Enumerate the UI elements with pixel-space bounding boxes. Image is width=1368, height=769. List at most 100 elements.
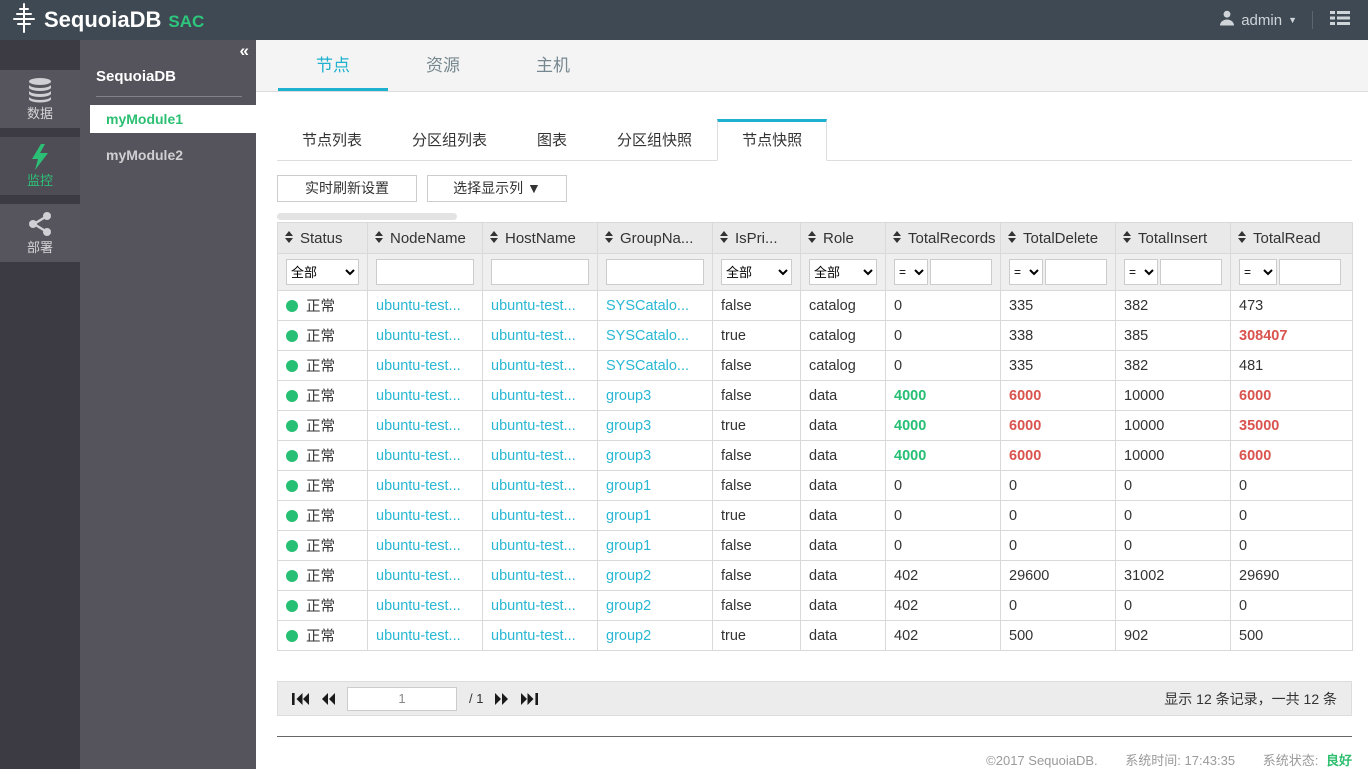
filter-text-input[interactable] <box>491 259 589 285</box>
tab-hosts[interactable]: 主机 <box>498 51 608 91</box>
tab-resources[interactable]: 资源 <box>388 51 498 91</box>
status-text: 正常 <box>306 359 335 375</box>
host-name-link[interactable]: ubuntu-test... <box>491 298 576 314</box>
sort-icon[interactable] <box>1008 230 1017 243</box>
group-name-link[interactable]: group3 <box>606 418 651 434</box>
sort-icon[interactable] <box>375 230 384 243</box>
host-name-link[interactable]: ubuntu-test... <box>491 448 576 464</box>
rail-item-deploy[interactable]: 部署 <box>0 204 80 262</box>
last-page-icon[interactable] <box>521 692 539 705</box>
node-name-link[interactable]: ubuntu-test... <box>376 328 461 344</box>
filter-value-input[interactable] <box>1279 259 1341 285</box>
previous-page-icon[interactable] <box>321 692 335 705</box>
node-name-link[interactable]: ubuntu-test... <box>376 508 461 524</box>
sidebar-item-mymodule2[interactable]: myModule2 <box>80 141 256 169</box>
node-name-link[interactable]: ubuntu-test... <box>376 448 461 464</box>
tab-nodes[interactable]: 节点 <box>278 51 388 91</box>
node-name-link[interactable]: ubuntu-test... <box>376 568 461 584</box>
host-name-link[interactable]: ubuntu-test... <box>491 538 576 554</box>
sort-icon[interactable] <box>720 230 729 243</box>
host-name-link[interactable]: ubuntu-test... <box>491 568 576 584</box>
column-header-role[interactable]: Role <box>800 222 886 254</box>
column-header-status[interactable]: Status <box>277 222 368 254</box>
filter-operator-select[interactable]: = <box>1239 259 1277 285</box>
group-name-link[interactable]: group3 <box>606 388 651 404</box>
host-name-link[interactable]: ubuntu-test... <box>491 508 576 524</box>
sort-icon[interactable] <box>808 230 817 243</box>
filter-operator-select[interactable]: = <box>894 259 928 285</box>
group-name-link[interactable]: SYSCatalo... <box>606 358 689 374</box>
node-name-link[interactable]: ubuntu-test... <box>376 358 461 374</box>
user-menu[interactable]: admin <box>1241 12 1282 29</box>
rail-item-monitor[interactable]: 监控 <box>0 137 80 195</box>
module-panel-title: SequoiaDB <box>96 68 242 97</box>
column-header-hostname[interactable]: HostName <box>482 222 598 254</box>
node-name-link[interactable]: ubuntu-test... <box>376 598 461 614</box>
column-header-totalinsert[interactable]: TotalInsert <box>1115 222 1231 254</box>
sort-icon[interactable] <box>1238 230 1247 243</box>
filter-operator-select[interactable]: = <box>1124 259 1158 285</box>
subtab-charts[interactable]: 图表 <box>512 119 592 161</box>
host-name-link[interactable]: ubuntu-test... <box>491 628 576 644</box>
group-name-link[interactable]: group3 <box>606 448 651 464</box>
page-number-input[interactable] <box>347 686 457 711</box>
group-name-link[interactable]: group1 <box>606 538 651 554</box>
table-horizontal-scrollbar[interactable] <box>277 213 457 220</box>
sidebar-item-mymodule1[interactable]: myModule1 <box>90 105 256 133</box>
host-name-link[interactable]: ubuntu-test... <box>491 358 576 374</box>
filter-value-input[interactable] <box>1160 259 1222 285</box>
rail-item-data[interactable]: 数据 <box>0 70 80 128</box>
column-header-nodename[interactable]: NodeName <box>367 222 483 254</box>
filter-value-input[interactable] <box>930 259 992 285</box>
subtab-node-list[interactable]: 节点列表 <box>277 119 387 161</box>
table-row: 正常 ubuntu-test... ubuntu-test... SYSCatalo.… <box>277 350 1353 381</box>
group-name-link[interactable]: group2 <box>606 568 651 584</box>
column-header-totalread[interactable]: TotalRead <box>1230 222 1353 254</box>
host-name-link[interactable]: ubuntu-test... <box>491 418 576 434</box>
filter-select[interactable]: 全部 <box>721 259 792 285</box>
panel-list-icon[interactable] <box>1328 9 1352 31</box>
metric-value: 6000 <box>1009 447 1042 464</box>
filter-select[interactable]: 全部 <box>809 259 877 285</box>
node-name-link[interactable]: ubuntu-test... <box>376 418 461 434</box>
node-name-link[interactable]: ubuntu-test... <box>376 538 461 554</box>
icon-rail: 数据 监控 部署 <box>0 40 80 769</box>
realtime-refresh-button[interactable]: 实时刷新设置 <box>277 175 417 202</box>
group-name-link[interactable]: group1 <box>606 478 651 494</box>
filter-operator-select[interactable]: = <box>1009 259 1043 285</box>
collapse-sidebar-icon[interactable]: « <box>240 41 249 61</box>
group-name-link[interactable]: group1 <box>606 508 651 524</box>
column-header-totaldelete[interactable]: TotalDelete <box>1000 222 1116 254</box>
column-header-totalrecords[interactable]: TotalRecords <box>885 222 1001 254</box>
host-name-link[interactable]: ubuntu-test... <box>491 598 576 614</box>
filter-value-input[interactable] <box>1045 259 1107 285</box>
filter-select[interactable]: 全部 <box>286 259 359 285</box>
sort-icon[interactable] <box>285 230 294 243</box>
node-name-link[interactable]: ubuntu-test... <box>376 388 461 404</box>
group-name-link[interactable]: SYSCatalo... <box>606 298 689 314</box>
node-name-link[interactable]: ubuntu-test... <box>376 628 461 644</box>
group-name-link[interactable]: group2 <box>606 598 651 614</box>
column-header-ispri[interactable]: IsPri... <box>712 222 801 254</box>
subtab-node-snapshot[interactable]: 节点快照 <box>717 119 828 161</box>
host-name-link[interactable]: ubuntu-test... <box>491 388 576 404</box>
subtab-group-snapshot[interactable]: 分区组快照 <box>592 119 717 161</box>
filter-text-input[interactable] <box>606 259 704 285</box>
host-name-link[interactable]: ubuntu-test... <box>491 328 576 344</box>
node-name-link[interactable]: ubuntu-test... <box>376 298 461 314</box>
column-header-groupna[interactable]: GroupNa... <box>597 222 713 254</box>
subtab-group-list[interactable]: 分区组列表 <box>387 119 512 161</box>
next-page-icon[interactable] <box>495 692 509 705</box>
select-columns-button[interactable]: 选择显示列 ▼ <box>427 175 567 202</box>
sort-icon[interactable] <box>1123 230 1132 243</box>
group-name-link[interactable]: group2 <box>606 628 651 644</box>
filter-text-input[interactable] <box>376 259 474 285</box>
sort-icon[interactable] <box>490 230 499 243</box>
group-name-link[interactable]: SYSCatalo... <box>606 328 689 344</box>
node-name-link[interactable]: ubuntu-test... <box>376 478 461 494</box>
rail-item-label: 数据 <box>26 105 53 121</box>
first-page-icon[interactable] <box>292 692 309 705</box>
sort-icon[interactable] <box>893 230 902 243</box>
sort-icon[interactable] <box>605 230 614 243</box>
host-name-link[interactable]: ubuntu-test... <box>491 478 576 494</box>
